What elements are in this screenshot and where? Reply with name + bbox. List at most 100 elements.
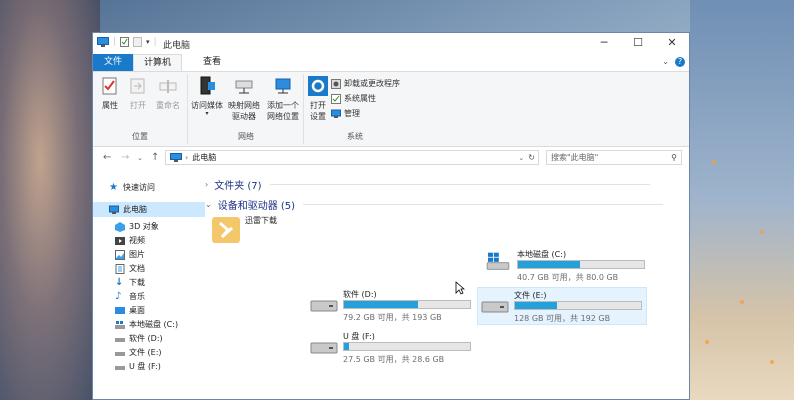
capacity-fill (344, 301, 419, 308)
map-network-drive-button[interactable]: 映射网络 驱动器 (227, 76, 261, 122)
folders-section-header[interactable]: › 文件夹 (7) (205, 177, 650, 192)
sidebar-item-videos[interactable]: 视频 (93, 233, 223, 248)
sidebar-item-drive-e[interactable]: 文件 (E:) (93, 345, 223, 360)
media-server-icon (200, 76, 215, 95)
ribbon-group-label: 位置 (132, 132, 148, 141)
forward-arrow-icon[interactable]: → (121, 152, 129, 163)
manage-icon (331, 109, 341, 118)
wallpaper-spark (712, 160, 716, 164)
search-icon: ⚲ (671, 153, 677, 162)
ribbon-group-system: 打开 设置 卸载或更改程序 系统属性 管理 系统 (305, 74, 405, 144)
download-arrow-icon: ↓ (115, 276, 124, 288)
sidebar-item-this-pc[interactable]: 此电脑 (93, 202, 217, 217)
chevron-down-icon[interactable]: ▾ (146, 38, 150, 46)
properties-check-icon (331, 93, 341, 104)
breadcrumb[interactable]: 此电脑 (192, 152, 216, 163)
uninstall-icon (331, 78, 341, 89)
drive-item-d[interactable]: 软件 (D:) 79.2 GB 可用，共 193 GB (307, 287, 477, 325)
drive-item-xunlei[interactable]: 迅雷下载 (209, 213, 379, 251)
up-arrow-icon[interactable]: ↑ (151, 152, 159, 163)
tab-view[interactable]: 查看 (193, 54, 231, 71)
document-icon (115, 263, 125, 274)
chevron-right-icon: › (205, 180, 209, 189)
ribbon-group-label: 系统 (347, 132, 363, 141)
tab-computer[interactable]: 计算机 (133, 54, 183, 71)
maximize-button[interactable]: ☐ (621, 33, 655, 54)
ribbon-tabs: 文件 计算机 查看 ⌄ ? (93, 54, 689, 71)
sidebar-item-documents[interactable]: 文档 (93, 261, 223, 276)
system-drive-icon (115, 320, 125, 329)
music-note-icon: ♪ (115, 290, 122, 302)
system-drive-icon (486, 252, 510, 270)
drive-item-c[interactable]: 本地磁盘 (C:) 40.7 GB 可用，共 80.0 GB (481, 247, 651, 285)
properties-button[interactable]: 属性 (97, 76, 123, 111)
properties-icon (102, 77, 117, 95)
uninstall-program-button[interactable]: 卸载或更改程序 (331, 78, 400, 89)
rename-icon (159, 80, 177, 93)
sidebar-item-downloads[interactable]: ↓ 下载 (93, 275, 223, 290)
address-field[interactable]: › 此电脑 ⌄ ↻ (165, 150, 539, 165)
tab-file[interactable]: 文件 (93, 54, 133, 71)
help-icon[interactable]: ? (675, 57, 685, 67)
computer-icon (97, 37, 109, 47)
refresh-icon[interactable]: ↻ (528, 153, 535, 162)
picture-icon (115, 249, 125, 260)
search-input[interactable]: 搜索"此电脑" ⚲ (546, 150, 682, 165)
breadcrumb-chevron-icon[interactable]: › (185, 153, 188, 162)
manage-button[interactable]: 管理 (331, 108, 360, 119)
sidebar-item-pictures[interactable]: 图片 (93, 247, 223, 262)
drive-item-e[interactable]: 文件 (E:) 128 GB 可用，共 192 GB (477, 287, 647, 325)
usb-drive-icon (115, 365, 125, 370)
chevron-down-icon[interactable]: ⌄ (137, 154, 143, 162)
sidebar-item-quick-access[interactable]: ★ 快速访问 (93, 180, 217, 195)
explorer-window: | ▾ | 此电脑 ─ ☐ ✕ 文件 计算机 查看 ⌄ ? 属性 打开 重命名 … (92, 32, 690, 400)
capacity-bar (517, 260, 645, 269)
ribbon-group-label: 网络 (238, 132, 254, 141)
chevron-down-icon[interactable]: ⌄ (662, 57, 669, 66)
thunder-download-icon (212, 217, 240, 243)
capacity-fill (518, 261, 580, 268)
sidebar-item-drive-c[interactable]: 本地磁盘 (C:) (93, 317, 223, 332)
network-drive-icon (235, 80, 253, 94)
open-folder-icon (130, 78, 145, 94)
title-bar: | ▾ | 此电脑 ─ ☐ ✕ (93, 33, 689, 54)
sidebar-item-music[interactable]: ♪ 音乐 (93, 289, 223, 304)
computer-icon (170, 153, 182, 162)
chevron-down-icon: ⌄ (205, 200, 212, 209)
sidebar-item-desktop[interactable]: 桌面 (93, 303, 223, 318)
address-bar-row: ← → ⌄ ↑ › 此电脑 ⌄ ↻ 搜索"此电脑" ⚲ (93, 147, 689, 169)
drive-item-f[interactable]: U 盘 (F:) 27.5 GB 可用，共 28.6 GB (307, 329, 477, 367)
new-folder-quick-icon[interactable] (133, 37, 143, 47)
sidebar-item-3d-objects[interactable]: 3D 对象 (93, 219, 223, 234)
computer-icon (109, 205, 119, 214)
devices-section-header[interactable]: ⌄ 设备和驱动器 (5) (205, 197, 664, 212)
chevron-down-icon[interactable]: ⌄ (518, 154, 524, 162)
wallpaper-spark (760, 230, 764, 234)
window-title: 此电脑 (163, 41, 191, 51)
star-icon: ★ (109, 181, 118, 193)
sidebar-item-drive-f[interactable]: U 盘 (F:) (93, 359, 223, 374)
drive-icon (115, 337, 125, 342)
wallpaper-spark (770, 360, 774, 364)
rename-button[interactable]: 重命名 (153, 76, 183, 111)
open-button[interactable]: 打开 (125, 76, 151, 111)
add-network-location-button[interactable]: 添加一个 网络位置 (265, 76, 301, 122)
access-media-button[interactable]: 访问媒体 ▾ (191, 76, 223, 117)
open-settings-button[interactable]: 打开 设置 (307, 76, 329, 122)
capacity-bar (343, 300, 471, 309)
capacity-fill (515, 302, 557, 309)
system-properties-button[interactable]: 系统属性 (331, 93, 376, 104)
content-pane: › 文件夹 (7) ⌄ 设备和驱动器 (5) 迅雷下载 本地磁盘 (C:) 40… (205, 173, 689, 399)
close-button[interactable]: ✕ (655, 33, 689, 54)
properties-quick-icon[interactable] (120, 37, 130, 47)
ribbon-group-network: 访问媒体 ▾ 映射网络 驱动器 添加一个 网络位置 网络 (189, 74, 304, 144)
sidebar-item-drive-d[interactable]: 软件 (D:) (93, 331, 223, 346)
video-icon (115, 236, 125, 245)
ribbon-group-location: 属性 打开 重命名 位置 (93, 74, 188, 144)
mouse-pointer-icon (455, 281, 465, 295)
back-arrow-icon[interactable]: ← (103, 152, 111, 163)
capacity-bar (343, 342, 471, 351)
wallpaper-spark (740, 300, 744, 304)
minimize-button[interactable]: ─ (587, 33, 621, 54)
wallpaper-spark (705, 340, 709, 344)
